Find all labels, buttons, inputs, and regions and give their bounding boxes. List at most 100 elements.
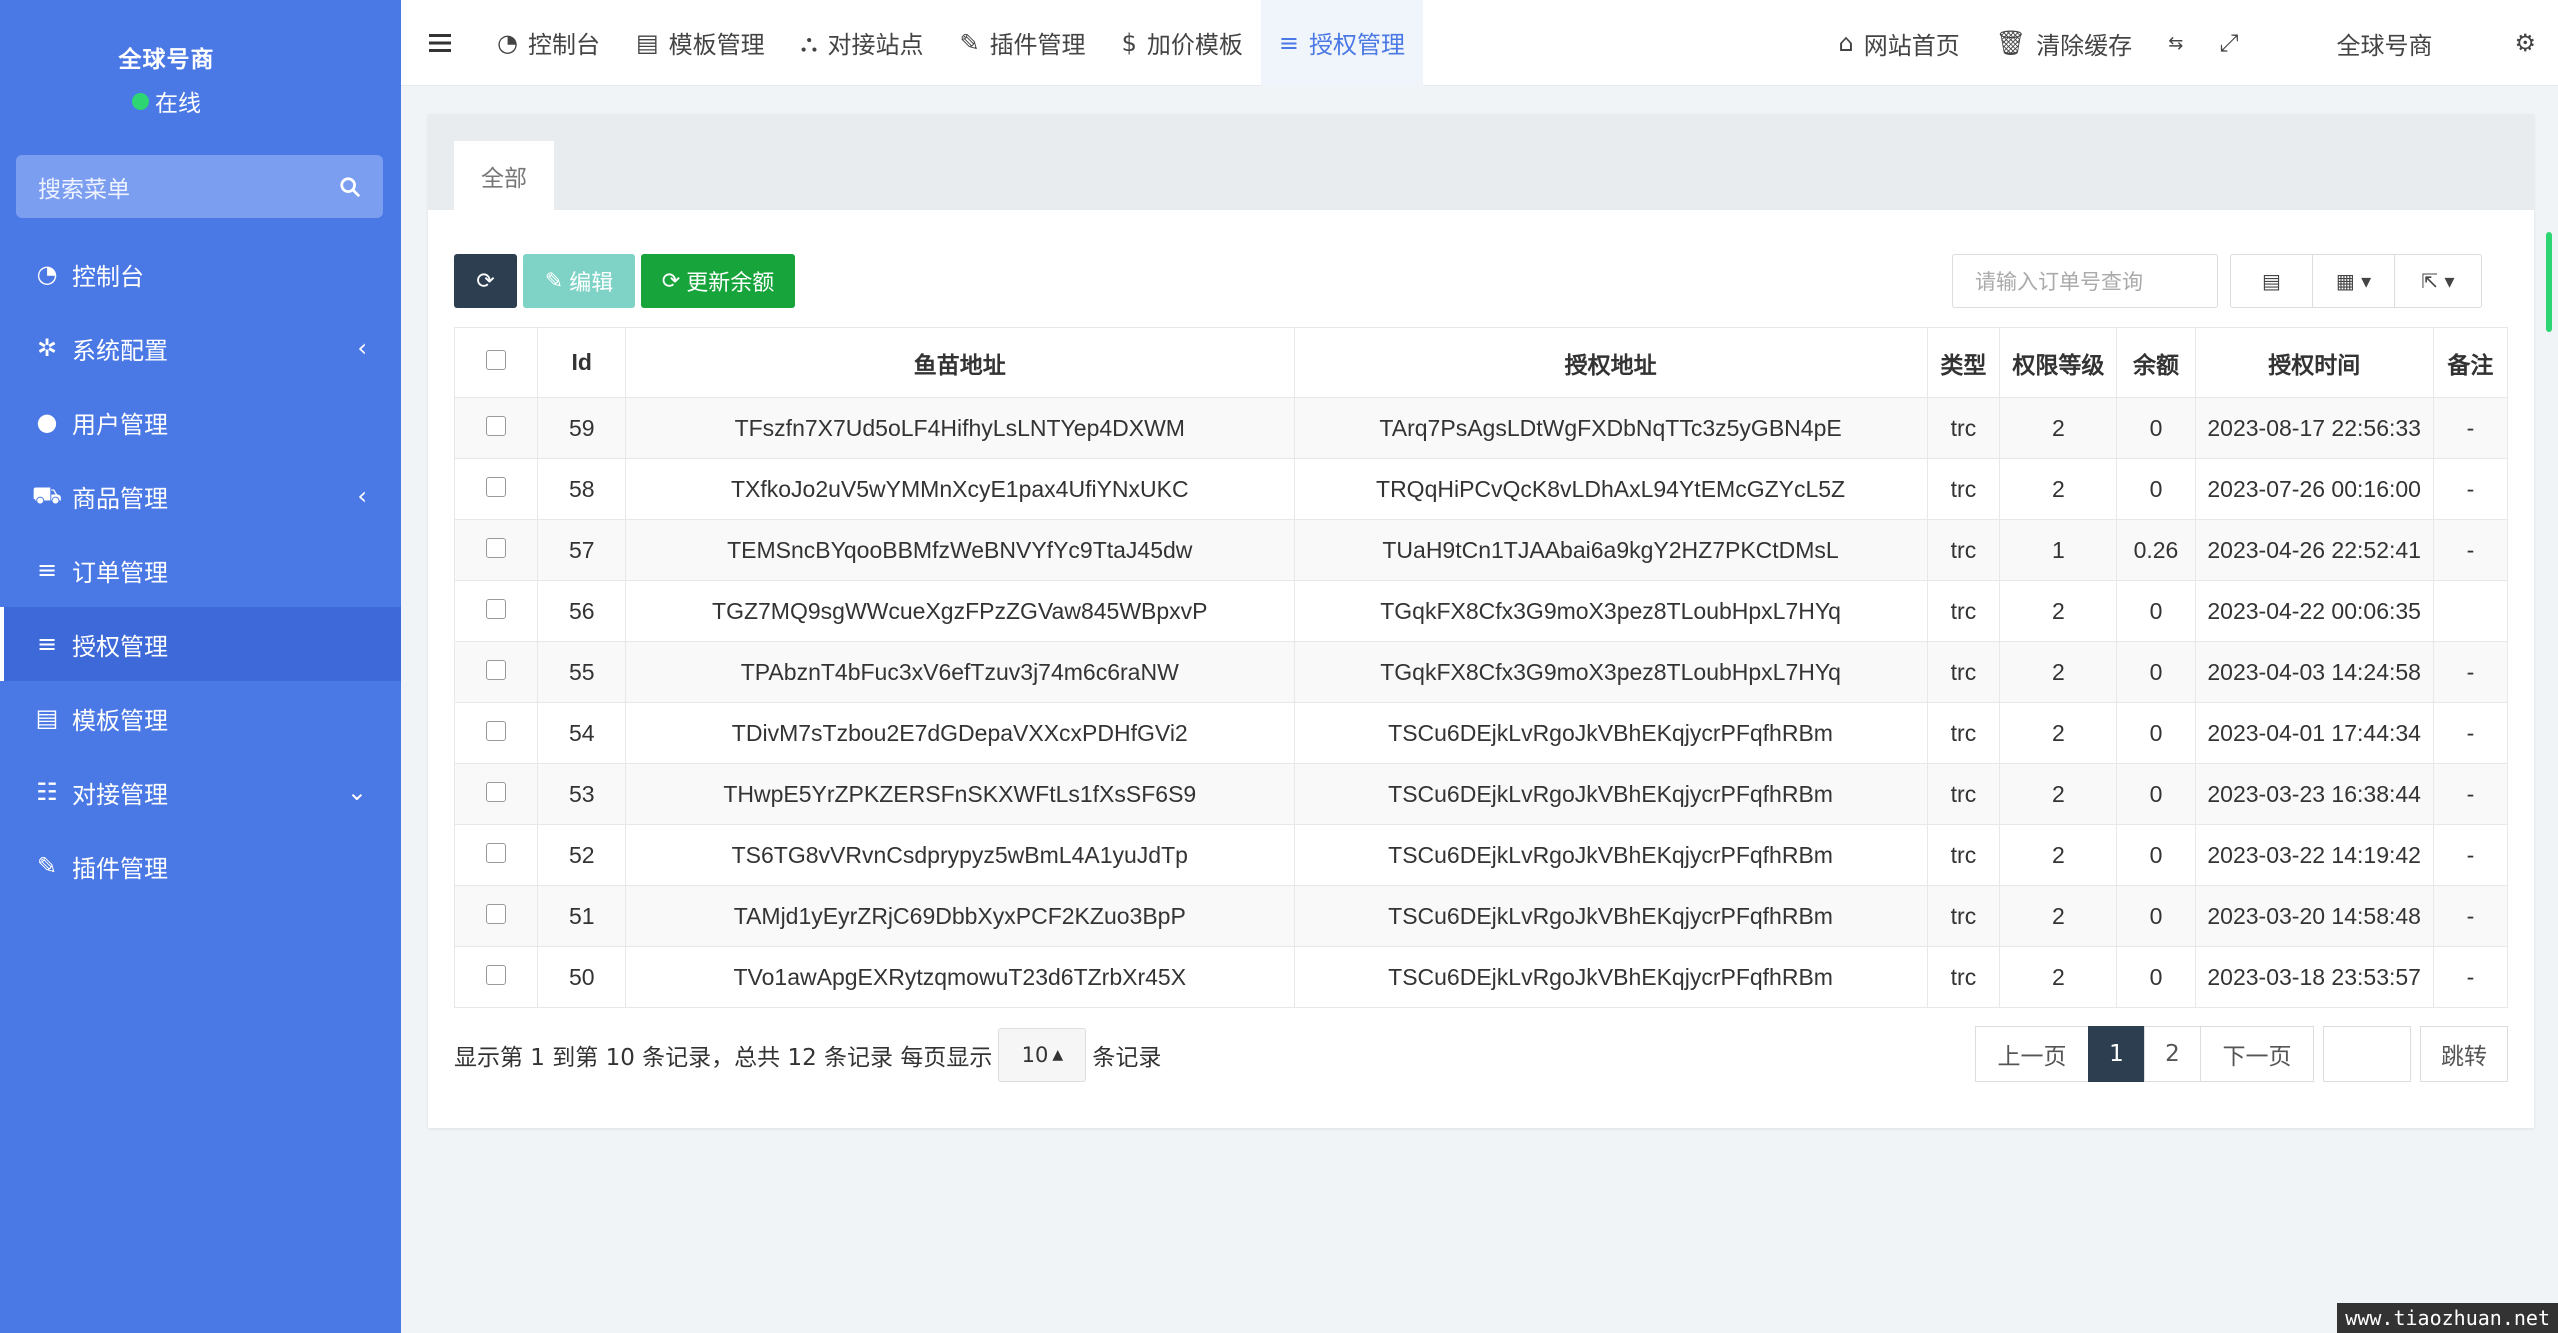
table-cell: 50 (537, 946, 626, 1008)
top-tab-5[interactable]: ≡ 授权管理 (1260, 0, 1423, 86)
expand-icon: ⤢ (2219, 29, 2239, 57)
row-checkbox[interactable] (486, 842, 507, 863)
clear-cache-button[interactable]: 🗑 清除缓存 (1978, 0, 2150, 86)
table-cell: TGZ7MQ9sgWWcueXgzFPzZGVaw845WBpxvP (625, 580, 1295, 642)
refresh-button[interactable]: ⟳ (454, 254, 517, 308)
export-button[interactable]: ⇱ ▾ (2395, 255, 2481, 307)
table-cell: 51 (537, 885, 626, 947)
sidebar-item-7[interactable]: ☷ 对接管理 ⌄ (0, 755, 401, 829)
search-icon[interactable] (339, 176, 361, 198)
top-tab-0[interactable]: ◔ 控制台 (479, 0, 618, 86)
row-checkbox[interactable] (486, 415, 507, 436)
order-search-input[interactable]: 请输入订单号查询 (1952, 254, 2218, 308)
jump-button[interactable]: 跳转 (2420, 1026, 2508, 1082)
sidebar-item-4[interactable]: ≡ 订单管理 (0, 533, 401, 607)
table-row[interactable]: 50 TVo1awApgEXRytzqmowuT23d6TZrbXr45X TSCu… (453, 946, 2509, 1008)
row-checkbox-cell[interactable] (453, 824, 539, 886)
next-page-button[interactable]: 下一页 (2200, 1026, 2314, 1082)
clear-cache-label: 清除缓存 (2036, 31, 2133, 60)
panel-tabs: 全部 (428, 114, 2534, 210)
settings-button[interactable]: ⚙ (2492, 0, 2558, 86)
row-checkbox-cell[interactable] (453, 885, 539, 947)
table-cell: 2023-03-22 14:19:42 (2194, 824, 2434, 886)
table-cell: 0 (2116, 641, 2196, 703)
table-cell: 53 (537, 763, 626, 825)
fullscreen-button[interactable]: ⤢ (2201, 0, 2256, 86)
top-tab-2[interactable]: ⛬ 对接站点 (783, 0, 942, 86)
column-header: 授权时间 (2194, 327, 2434, 398)
prev-page-button[interactable]: 上一页 (1975, 1026, 2089, 1082)
table-row[interactable]: 55 TPAbznT4bFuc3xV6efTzuv3j74m6c6raNW TGqk… (453, 641, 2509, 703)
table-cell: TXfkoJo2uV5wYMMnXcyE1pax4UfiYNxUKC (625, 458, 1295, 520)
row-checkbox[interactable] (486, 720, 507, 741)
scrollbar-thumb[interactable] (2546, 232, 2552, 332)
table-view-tools: ▤ ▦ ▾ ⇱ ▾ (2230, 254, 2482, 308)
table-cell: TArq7PsAgsLDtWgFXDbNqTTc3z5yGBN4pE (1293, 397, 1928, 459)
sidebar-item-5[interactable]: ≡ 授权管理 (0, 607, 401, 681)
table-cell: trc (1926, 946, 2001, 1008)
table-row[interactable]: 54 TDivM7sTzbou2E7dGDepaVXXcxPDHfGVi2 TSCu… (453, 702, 2509, 764)
row-checkbox-cell[interactable] (453, 458, 539, 520)
sidebar-item-8[interactable]: ✎ 插件管理 (0, 829, 401, 903)
row-checkbox-cell[interactable] (453, 702, 539, 764)
top-tab-1[interactable]: ▤ 模板管理 (618, 0, 783, 86)
toggle-view-button[interactable]: ▤ (2231, 255, 2313, 307)
user-menu[interactable]: 全球号商 (2256, 0, 2492, 86)
top-tab-4[interactable]: $ 加价模板 (1104, 0, 1261, 86)
row-checkbox-cell[interactable] (453, 946, 539, 1008)
row-checkbox[interactable] (486, 476, 507, 497)
tab-all[interactable]: 全部 (454, 141, 554, 210)
top-tab-label: 控制台 (527, 31, 600, 59)
row-checkbox[interactable] (486, 659, 507, 680)
table-row[interactable]: 56 TGZ7MQ9sgWWcueXgzFPzZGVaw845WBpxvP TGqk… (453, 580, 2509, 642)
jump-page-input[interactable] (2323, 1026, 2411, 1082)
site-home-link[interactable]: ⌂ 网站首页 (1820, 0, 1977, 86)
table-row[interactable]: 51 TAMjd1yEyrZRjC69DbbXyxPCF2KZuo3BpP TSCu… (453, 885, 2509, 947)
update-balance-button[interactable]: ⟳ 更新余额 (641, 254, 795, 308)
page-size-select[interactable]: 10 ▲ (998, 1028, 1087, 1082)
hamburger-menu-button[interactable] (401, 0, 479, 86)
row-checkbox[interactable] (486, 903, 507, 924)
chevron-icon: ⌄ (346, 778, 367, 806)
table-cell: TGqkFX8Cfx3G9moX3pez8TLoubHpxL7HYq (1293, 641, 1928, 703)
sidebar-item-2[interactable]: ● 用户管理 (0, 385, 401, 459)
table-row[interactable]: 58 TXfkoJo2uV5wYMMnXcyE1pax4UfiYNxUKC TRQq… (453, 458, 2509, 520)
sidebar-item-6[interactable]: ▤ 模板管理 (0, 681, 401, 755)
sidebar-item-3[interactable]: ⛟ 商品管理 ‹ (0, 459, 401, 533)
row-checkbox-cell[interactable] (453, 397, 539, 459)
table-cell: trc (1926, 702, 2001, 764)
menu-search-input[interactable]: 搜索菜单 (16, 155, 383, 218)
sidebar-item-0[interactable]: ◔ 控制台 (0, 237, 401, 311)
row-checkbox-cell[interactable] (453, 763, 539, 825)
row-checkbox[interactable] (486, 781, 507, 802)
page-number-button[interactable]: 1 (2088, 1026, 2145, 1082)
row-checkbox[interactable] (486, 598, 507, 619)
summary-prefix: 显示第 1 到第 10 条记录，总共 12 条记录 每页显示 (454, 1045, 993, 1071)
row-checkbox[interactable] (486, 964, 507, 985)
table-cell: TEMSncBYqooBBMfzWeBNVYfYc9TtaJ45dw (625, 519, 1295, 581)
edit-label: 编辑 (569, 271, 614, 296)
refresh-icon: ⟳ (476, 268, 495, 294)
table-row[interactable]: 53 THwpE5YrZPKZERSFnSKXWFtLs1fXsSF6S9 TSCu… (453, 763, 2509, 825)
table-cell: TSCu6DEjkLvRgoJkVBhEKqjycrPFqfhRBm (1293, 824, 1928, 886)
table-row[interactable]: 59 TFszfn7X7Ud5oLF4HifhyLsLNTYep4DXWM TArq… (453, 397, 2509, 459)
sidebar-item-1[interactable]: ✲ 系统配置 ‹ (0, 311, 401, 385)
select-all-checkbox-cell[interactable] (453, 327, 539, 398)
table-cell: TUaH9tCn1TJAAbai6a9kgY2HZ7PKCtDMsL (1293, 519, 1928, 581)
table-cell: TDivM7sTzbou2E7dGDepaVXXcxPDHfGVi2 (625, 702, 1295, 764)
row-checkbox[interactable] (486, 537, 507, 558)
row-checkbox-cell[interactable] (453, 519, 539, 581)
columns-button[interactable]: ▦ ▾ (2313, 255, 2395, 307)
dashboard-icon: ◔ (36, 260, 58, 288)
table-cell: 2023-03-23 16:38:44 (2194, 763, 2434, 825)
edit-button[interactable]: ✎ 编辑 (523, 254, 635, 308)
select-all-checkbox[interactable] (486, 350, 507, 370)
top-tab-3[interactable]: ✎ 插件管理 (941, 0, 1103, 86)
row-checkbox-cell[interactable] (453, 641, 539, 703)
plug-icon: ✎ (959, 28, 980, 57)
table-row[interactable]: 52 TS6TG8vVRvnCsdprypyz5wBmL4A1yuJdTp TSCu… (453, 824, 2509, 886)
row-checkbox-cell[interactable] (453, 580, 539, 642)
page-number-button[interactable]: 2 (2144, 1026, 2201, 1082)
translate-button[interactable]: ⇆ (2150, 0, 2201, 86)
table-row[interactable]: 57 TEMSncBYqooBBMfzWeBNVYfYc9TtaJ45dw TUaH… (453, 519, 2509, 581)
